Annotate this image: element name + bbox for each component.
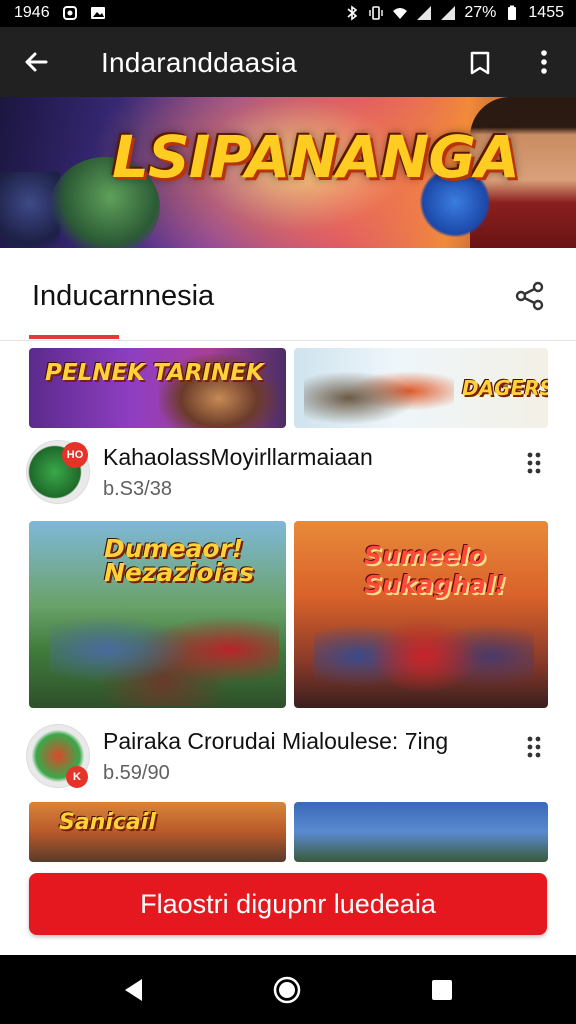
page-title: Indaranddaasia — [101, 47, 297, 78]
signal-icon — [417, 6, 432, 20]
thumbnail-title-text: Sanicail — [59, 810, 156, 835]
gallery-icon — [90, 7, 105, 19]
primary-action-button[interactable]: Flaostri digupnr luedeaia — [29, 873, 547, 935]
nav-home-icon[interactable] — [272, 975, 302, 1005]
section-header: Inducarnnesia — [0, 248, 576, 341]
back-arrow-icon[interactable] — [20, 46, 52, 78]
banner-logo-text: LSIPANANGA — [112, 123, 520, 191]
kebab-icon[interactable] — [524, 450, 544, 476]
kebab-icon[interactable] — [524, 734, 544, 760]
channel-row[interactable]: HO KahaolassMoyirllarmaiaan b.S3/38 — [0, 440, 576, 510]
status-bar: 1946 27% 1455 — [0, 0, 576, 27]
video-thumbnail-3[interactable]: Dumeaor! Nezazioias — [29, 521, 286, 708]
video-thumbnail-2[interactable]: DAGERS — [294, 348, 548, 428]
thumbnail-art — [49, 581, 279, 706]
system-nav-bar — [0, 955, 576, 1024]
video-thumbnail-4[interactable]: Sumeelo Sukaghal! — [294, 521, 548, 708]
tab-indicator — [29, 335, 119, 339]
video-thumbnail-5[interactable]: Sanicail — [29, 802, 286, 862]
app-bar: Indaranddaasia — [0, 27, 576, 97]
thumbnail-title-text: Sumeelo Sukaghal! — [364, 541, 506, 599]
thumbnail-art — [304, 356, 454, 426]
video-thumbnail-6[interactable] — [294, 802, 548, 862]
signal-icon-2 — [441, 6, 456, 20]
vibrate-icon — [369, 6, 384, 20]
more-vert-icon[interactable] — [534, 47, 554, 77]
video-thumbnail-1[interactable]: PELNEK TARINEK — [29, 348, 286, 428]
thumbnail-title-text: Dumeaor! Nezazioias — [104, 534, 254, 587]
avatar-badge: HO — [62, 442, 88, 468]
share-icon[interactable] — [514, 280, 546, 312]
battery-icon — [508, 5, 517, 20]
thumbnail-title-text: PELNEK TARINEK — [45, 360, 264, 386]
bluetooth-icon — [347, 5, 358, 21]
avatar-badge: K — [66, 766, 88, 788]
bookmark-icon[interactable] — [466, 49, 494, 77]
thumbnail-art — [314, 581, 534, 706]
notification-icon — [62, 6, 77, 20]
channel-title[interactable]: Pairaka Crorudai Mialoulese: 7ing — [103, 728, 448, 755]
channel-title[interactable]: KahaolassMoyirllarmaiaan — [103, 444, 373, 471]
hero-banner[interactable]: LSIPANANGA — [0, 97, 576, 248]
nav-recents-icon[interactable] — [430, 978, 454, 1002]
status-time-right: 1455 — [528, 4, 564, 21]
channel-meta: b.S3/38 — [103, 478, 172, 500]
section-title: Inducarnnesia — [32, 280, 215, 312]
channel-row[interactable]: K Pairaka Crorudai Mialoulese: 7ing b.59… — [0, 724, 576, 794]
wifi-icon — [393, 8, 408, 19]
status-time: 1946 — [14, 4, 50, 21]
channel-meta: b.59/90 — [103, 762, 170, 784]
battery-percent: 27% — [464, 4, 497, 21]
thumbnail-title-text: DAGERS — [462, 376, 548, 400]
nav-back-icon[interactable] — [120, 976, 148, 1004]
